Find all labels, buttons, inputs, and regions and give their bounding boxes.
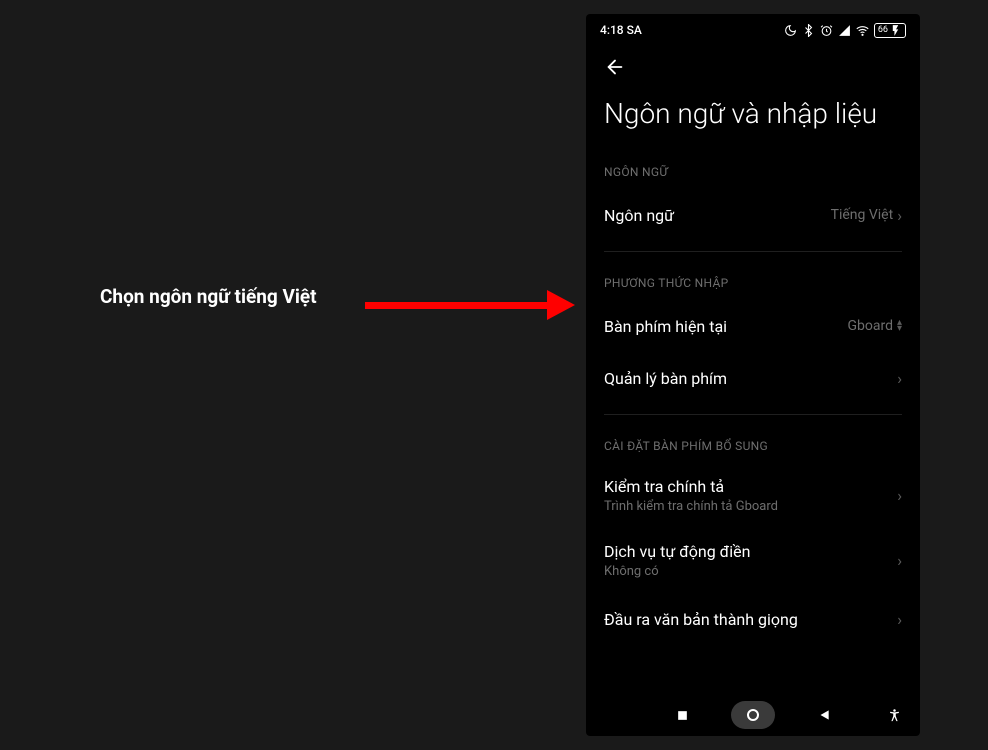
setting-label: Ngôn ngữ xyxy=(604,206,674,225)
alarm-icon xyxy=(820,24,833,37)
navigation-bar xyxy=(586,694,920,736)
chevron-right-icon: › xyxy=(897,551,902,570)
setting-label: Dịch vụ tự động điền xyxy=(604,542,750,561)
wifi-icon xyxy=(856,24,869,37)
setting-value: Gboard ▴▾ xyxy=(847,318,902,334)
setting-tts[interactable]: Đầu ra văn bản thành giọng › xyxy=(604,593,902,645)
setting-value: Tiếng Việt › xyxy=(831,206,902,225)
section-header-language: NGÔN NGỮ xyxy=(604,151,902,189)
section-header-input-method: PHƯƠNG THỨC NHẬP xyxy=(604,262,902,300)
setting-sublabel: Trình kiểm tra chính tả Gboard xyxy=(604,499,778,514)
status-icons: 66 xyxy=(784,23,906,38)
chevron-right-icon: › xyxy=(897,486,902,505)
phone-screen: 4:18 SA 66 Ngôn ngữ và nhập liệu NGÔN NG… xyxy=(586,14,920,736)
chevron-right-icon: › xyxy=(897,369,902,388)
battery-indicator: 66 xyxy=(874,23,906,38)
setting-label: Bàn phím hiện tại xyxy=(604,317,727,336)
setting-autofill[interactable]: Dịch vụ tự động điền Không có › xyxy=(604,528,902,593)
setting-label: Đầu ra văn bản thành giọng xyxy=(604,610,798,629)
setting-current-keyboard[interactable]: Bàn phím hiện tại Gboard ▴▾ xyxy=(604,300,902,352)
chevron-right-icon: › xyxy=(897,206,902,225)
chevron-right-icon: › xyxy=(897,610,902,629)
nav-back-button[interactable] xyxy=(817,708,831,722)
setting-manage-keyboards[interactable]: Quản lý bàn phím › xyxy=(604,352,902,404)
status-time: 4:18 SA xyxy=(600,23,642,37)
section-header-additional: CÀI ĐẶT BÀN PHÍM BỔ SUNG xyxy=(604,425,902,463)
setting-sublabel: Không có xyxy=(604,564,750,579)
nav-recent-button[interactable] xyxy=(676,709,689,722)
setting-label: Quản lý bàn phím xyxy=(604,369,727,388)
annotation-text: Chọn ngôn ngữ tiếng Việt xyxy=(100,285,317,308)
status-bar: 4:18 SA 66 xyxy=(586,14,920,46)
dnd-icon xyxy=(784,24,797,37)
setting-spell-check[interactable]: Kiểm tra chính tả Trình kiểm tra chính t… xyxy=(604,463,902,528)
bluetooth-icon xyxy=(802,24,815,37)
divider xyxy=(604,251,902,252)
annotation-arrow xyxy=(365,290,575,320)
nav-accessibility-button[interactable] xyxy=(887,708,902,723)
divider xyxy=(604,414,902,415)
back-button[interactable] xyxy=(586,46,920,88)
signal-icon xyxy=(838,24,851,37)
page-title: Ngôn ngữ và nhập liệu xyxy=(586,88,920,151)
up-down-icon: ▴▾ xyxy=(897,320,902,332)
setting-label: Kiểm tra chính tả xyxy=(604,477,778,496)
setting-language[interactable]: Ngôn ngữ Tiếng Việt › xyxy=(604,189,902,241)
nav-home-button[interactable] xyxy=(731,701,775,729)
